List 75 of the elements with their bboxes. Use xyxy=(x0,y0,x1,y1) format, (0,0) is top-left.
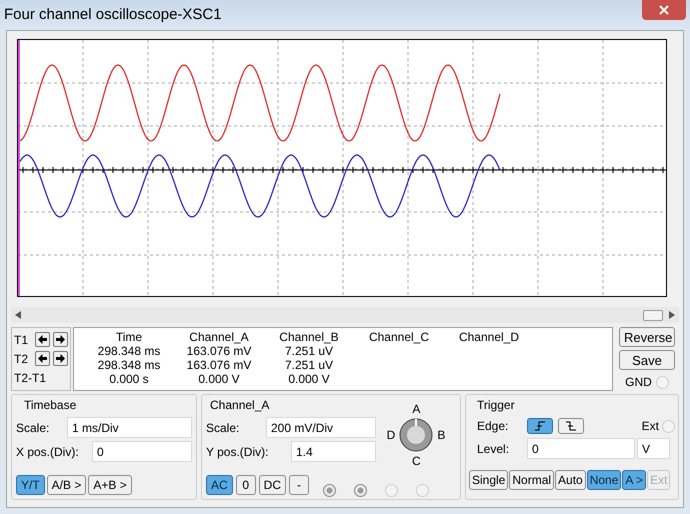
input-field[interactable]: 1 ms/Div xyxy=(67,417,192,438)
left-arrow-button[interactable] xyxy=(35,332,50,348)
trigger-mode-button[interactable]: Single xyxy=(469,470,508,490)
left-arrow-button[interactable] xyxy=(35,351,50,366)
knob-label: A xyxy=(411,401,422,418)
trigger-mode-button[interactable]: A > xyxy=(622,470,646,490)
section-title: Trigger xyxy=(476,397,516,414)
field-label: Edge: xyxy=(476,418,510,435)
knob-label: D xyxy=(386,427,396,444)
cursor-label: T2 xyxy=(14,350,30,368)
readout-value: 163.076 mV xyxy=(186,344,252,358)
save-button[interactable]: Save xyxy=(619,350,675,370)
rising-edge-icon xyxy=(534,421,546,431)
right-arrow-button[interactable] xyxy=(53,332,68,348)
readout-value: 298.348 ms xyxy=(96,344,162,358)
section-title: Channel_A xyxy=(209,397,270,414)
window-title: Four channel oscilloscope-XSC1 xyxy=(4,4,222,25)
field-label: Scale: xyxy=(206,420,240,436)
readout-value: 0.000 V xyxy=(197,372,241,386)
field-label: Scale: xyxy=(16,420,50,436)
ext-radio[interactable] xyxy=(662,420,675,432)
channel-indicator[interactable] xyxy=(354,484,367,497)
unit-field[interactable]: V xyxy=(637,438,670,459)
gnd-radio[interactable] xyxy=(656,376,669,388)
mode-button[interactable]: A/B > xyxy=(46,475,86,495)
scroll-right-icon[interactable] xyxy=(669,311,675,319)
input-field[interactable]: 0 xyxy=(92,441,192,462)
column-header: Channel_B xyxy=(278,330,340,344)
column-header: Time xyxy=(114,330,144,344)
readout-value: 7.251 uV xyxy=(284,358,334,372)
mode-button[interactable]: A+B > xyxy=(88,475,132,495)
channel-knob[interactable] xyxy=(399,418,434,452)
cursor-label: T1 xyxy=(14,332,30,349)
gnd-label: GND xyxy=(625,374,652,391)
readout-value: 298.348 ms xyxy=(96,358,162,372)
readout-value: 0.000 s xyxy=(108,372,150,386)
level-field[interactable]: 0 xyxy=(527,438,635,459)
knob-label: C xyxy=(410,453,422,470)
channel-indicator[interactable] xyxy=(323,484,336,497)
scrollbar-thumb[interactable] xyxy=(643,310,663,320)
close-button[interactable] xyxy=(642,0,686,20)
reverse-button[interactable]: Reverse xyxy=(619,327,675,347)
readout-value: 163.076 mV xyxy=(186,358,252,372)
coupling-button[interactable]: - xyxy=(289,475,310,495)
falling-edge-button[interactable] xyxy=(558,418,584,434)
column-header: Channel_C xyxy=(368,330,430,344)
right-arrow-icon xyxy=(55,353,66,364)
left-arrow-icon xyxy=(37,353,48,364)
mode-button[interactable]: Y/T xyxy=(16,475,45,495)
readout-value: 7.251 uV xyxy=(284,344,334,358)
cursor-label: T2-T1 xyxy=(14,370,46,388)
column-header: Channel_D xyxy=(458,330,520,344)
trigger-mode-button[interactable]: Auto xyxy=(555,470,586,490)
right-arrow-button[interactable] xyxy=(53,351,68,366)
left-arrow-icon xyxy=(37,334,48,346)
coupling-button[interactable]: AC xyxy=(206,475,233,495)
input-field[interactable]: 200 mV/Div xyxy=(266,417,376,438)
readout-value: 0.000 V xyxy=(287,372,331,386)
right-arrow-icon xyxy=(55,334,66,346)
column-header: Channel_A xyxy=(188,330,250,344)
rising-edge-button[interactable] xyxy=(527,418,553,434)
scroll-left-icon[interactable] xyxy=(15,311,21,319)
field-label: X pos.(Div): xyxy=(16,444,79,460)
knob-label: B xyxy=(437,427,446,444)
section-title: Timebase xyxy=(23,397,78,414)
coupling-button[interactable]: 0 xyxy=(236,475,256,495)
field-label: Level: xyxy=(476,440,510,458)
input-field[interactable]: 1.4 xyxy=(291,441,376,462)
coupling-button[interactable]: DC xyxy=(258,475,286,495)
field-label: Y pos.(Div): xyxy=(206,444,268,460)
ext-label: Ext xyxy=(642,418,659,435)
trigger-mode-button[interactable]: None xyxy=(586,470,622,490)
close-icon xyxy=(659,5,669,15)
trigger-mode-button[interactable]: Normal xyxy=(509,470,554,490)
falling-edge-icon xyxy=(565,421,577,431)
